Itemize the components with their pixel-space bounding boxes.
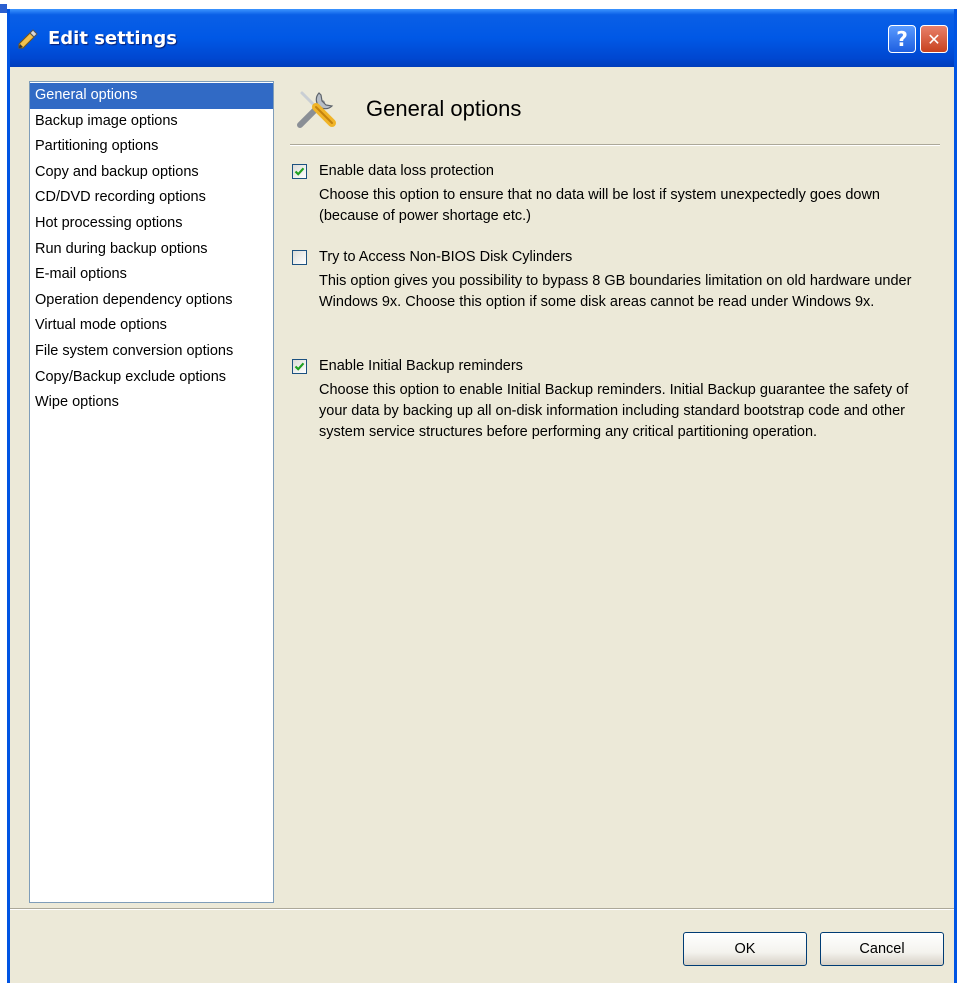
option-initial-backup-reminders: Enable Initial Backup reminders Choose t… [290,358,940,443]
initial-backup-reminders-label[interactable]: Enable Initial Backup reminders [319,358,523,374]
window-corner-accent [0,0,7,13]
non-bios-cylinders-row[interactable]: Try to Access Non-BIOS Disk Cylinders [290,249,940,265]
window-title: Edit settings [48,27,177,49]
sidebar-item-general-options[interactable]: General options [30,83,273,109]
options-panel: General options Enable data loss protect… [290,81,940,440]
option-data-loss-protection: Enable data loss protection Choose this … [290,163,940,227]
sidebar-item-copy-and-backup-options[interactable]: Copy and backup options [30,160,273,186]
header-divider [290,144,940,146]
sidebar-item-cd-dvd-recording-options[interactable]: CD/DVD recording options [30,185,273,211]
sidebar-item-hot-processing-options[interactable]: Hot processing options [30,211,273,237]
data-loss-protection-row[interactable]: Enable data loss protection [290,163,940,179]
non-bios-cylinders-label[interactable]: Try to Access Non-BIOS Disk Cylinders [319,249,572,265]
data-loss-protection-label[interactable]: Enable data loss protection [319,163,494,179]
data-loss-protection-description: Choose this option to ensure that no dat… [319,187,880,224]
sidebar-item-run-during-backup-options[interactable]: Run during backup options [30,237,273,263]
help-icon: ? [896,27,908,51]
initial-backup-reminders-checkbox[interactable] [292,358,307,374]
settings-pencil-icon [16,26,40,50]
sidebar-item-copy-backup-exclude-options[interactable]: Copy/Backup exclude options [30,365,273,391]
close-button[interactable]: ✕ [920,25,948,53]
page-title: General options [366,95,522,121]
footer-divider [10,908,954,910]
sidebar-item-operation-dependency-options[interactable]: Operation dependency options [30,288,273,314]
non-bios-cylinders-checkbox[interactable] [292,249,307,265]
checkmark-icon [294,362,305,371]
sidebar-item-email-options[interactable]: E-mail options [30,262,273,288]
sidebar-item-virtual-mode-options[interactable]: Virtual mode options [30,313,273,339]
option-non-bios-cylinders: Try to Access Non-BIOS Disk Cylinders Th… [290,249,940,313]
help-button[interactable]: ? [888,25,916,53]
options-category-list[interactable]: General options Backup image options Par… [29,81,274,903]
cancel-button[interactable]: Cancel [820,932,944,966]
tools-icon [292,85,340,133]
ok-button[interactable]: OK [683,932,807,966]
initial-backup-reminders-row[interactable]: Enable Initial Backup reminders [290,358,940,374]
initial-backup-reminders-description: Choose this option to enable Initial Bac… [319,382,909,440]
panel-header: General options [290,81,940,136]
sidebar-item-partitioning-options[interactable]: Partitioning options [30,134,273,160]
sidebar-item-wipe-options[interactable]: Wipe options [30,390,273,416]
data-loss-protection-checkbox[interactable] [292,163,307,179]
close-icon: ✕ [927,29,941,49]
sidebar-item-file-system-conversion-options[interactable]: File system conversion options [30,339,273,365]
edit-settings-dialog: Edit settings ? ✕ General options Backup… [7,9,957,983]
checkmark-icon [294,167,305,176]
non-bios-cylinders-description: This option gives you possibility to byp… [319,273,912,310]
title-bar[interactable]: Edit settings ? ✕ [10,9,954,67]
sidebar-item-backup-image-options[interactable]: Backup image options [30,109,273,135]
